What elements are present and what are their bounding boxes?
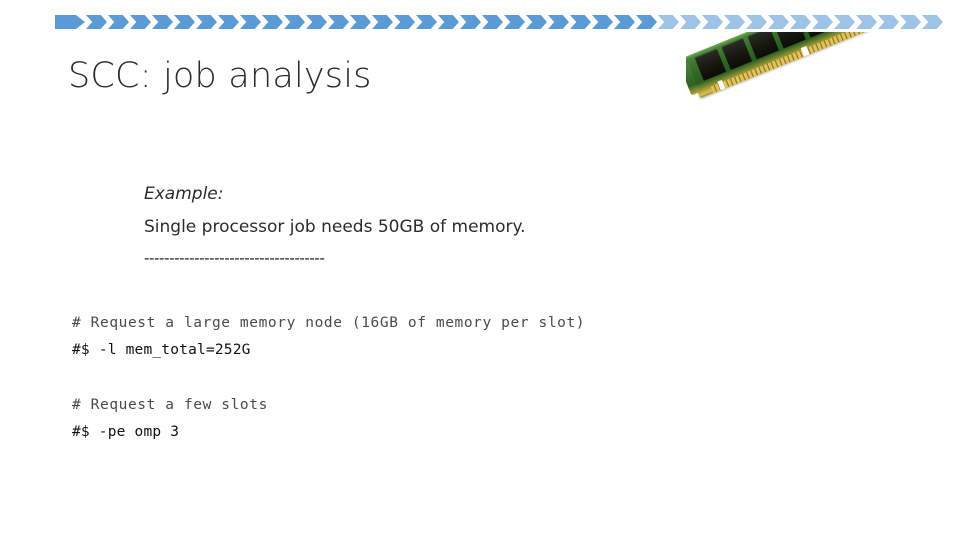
chevron-arrow-icon (372, 15, 393, 29)
example-sentence: Single processor job needs 50GB of memor… (144, 217, 526, 237)
chevron-arrow-icon (812, 15, 833, 29)
chevron-arrow-icon (922, 15, 943, 29)
chevron-arrow-icon (548, 15, 569, 29)
chevron-arrow-icon (768, 15, 789, 29)
chevron-arrow-icon (350, 15, 371, 29)
chevron-arrow-icon (55, 15, 85, 29)
chevron-arrow-icon (240, 15, 261, 29)
chevron-arrow-icon (152, 15, 173, 29)
chevron-arrow-icon (790, 15, 811, 29)
chevron-arrow-icon (306, 15, 327, 29)
chevron-arrow-icon (86, 15, 107, 29)
chevron-arrow-icon (504, 15, 525, 29)
chevron-arrow-icon (108, 15, 129, 29)
chevron-arrow-icon (416, 15, 437, 29)
chevron-arrow-icon (680, 15, 701, 29)
chevron-arrow-icon (614, 15, 635, 29)
example-label: Example: (144, 184, 224, 204)
chevron-arrow-icon (262, 15, 283, 29)
chevron-arrow-icon (900, 15, 921, 29)
chevron-arrow-icon (746, 15, 767, 29)
chevron-arrow-icon (724, 15, 745, 29)
chevron-arrow-icon (174, 15, 195, 29)
code-block-slots: # Request a few slots #$ -pe omp 3 (72, 392, 268, 446)
chevron-arrow-icon (482, 15, 503, 29)
chevron-arrow-icon (526, 15, 547, 29)
chevron-arrow-icon (218, 15, 239, 29)
chevron-arrow-icon (284, 15, 305, 29)
chevron-arrow-icon (702, 15, 723, 29)
code-comment-line: # Request a large memory node (16GB of m… (72, 315, 586, 331)
chevron-band-decoration (55, 15, 945, 29)
ram-memory-module-image (686, 32, 956, 162)
code-block-large-memory: # Request a large memory node (16GB of m… (72, 310, 585, 364)
chevron-arrow-icon (196, 15, 217, 29)
chevron-arrow-icon (636, 15, 657, 29)
code-comment-line: # Request a few slots (72, 397, 268, 413)
page-title: SCC: job analysis (68, 56, 372, 96)
chevron-arrow-icon (130, 15, 151, 29)
chevron-arrow-icon (834, 15, 855, 29)
chevron-arrow-icon (856, 15, 877, 29)
chevron-arrow-icon (460, 15, 481, 29)
ram-module (686, 32, 934, 99)
chevron-arrow-icon (394, 15, 415, 29)
chevron-arrow-icon (438, 15, 459, 29)
chevron-arrow-icon (570, 15, 591, 29)
slide-canvas: SCC: job analysis Example: Single proces… (0, 0, 960, 540)
chevron-arrow-icon (658, 15, 679, 29)
code-command-line: #$ -pe omp 3 (72, 424, 180, 440)
divider-rule: ------------------------------------ (144, 249, 325, 267)
chevron-arrow-icon (878, 15, 899, 29)
chevron-arrow-icon (592, 15, 613, 29)
body-text-block: Example: Single processor job needs 50GB… (144, 178, 744, 272)
code-command-line: #$ -l mem_total=252G (72, 342, 251, 358)
chevron-arrow-icon (328, 15, 349, 29)
